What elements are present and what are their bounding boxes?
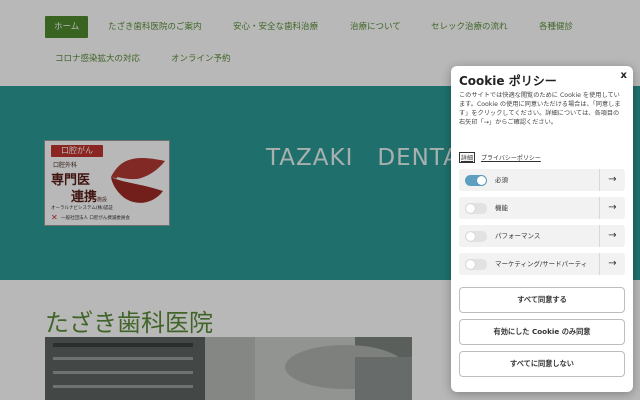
functional-toggle[interactable] xyxy=(465,203,487,214)
arrow-right-icon[interactable]: → xyxy=(599,253,625,275)
close-icon[interactable]: x xyxy=(621,70,627,81)
category-label: 必須 xyxy=(495,176,508,184)
reject-all-button[interactable]: すべてに同意しない xyxy=(459,351,625,377)
category-label: パフォーマンス xyxy=(495,232,541,240)
category-label: 機能 xyxy=(495,204,508,212)
marketing-toggle[interactable] xyxy=(465,259,487,270)
cookie-category-performance: パフォーマンス → xyxy=(459,225,625,247)
privacy-policy-link[interactable]: プライバシーポリシー xyxy=(481,155,541,162)
cookie-category-marketing: マーケティング/サードパーティ → xyxy=(459,253,625,275)
arrow-right-icon[interactable]: → xyxy=(599,225,625,247)
cookie-description: このサイトでは快適な閲覧のために Cookie を使用しています。Cookie … xyxy=(459,92,621,126)
performance-toggle[interactable] xyxy=(465,231,487,242)
accept-all-button[interactable]: すべて同意する xyxy=(459,287,625,313)
cookie-category-functional: 機能 → xyxy=(459,197,625,219)
details-link[interactable]: 詳細 xyxy=(459,152,476,163)
arrow-right-icon[interactable]: → xyxy=(599,169,625,191)
cookie-dialog-title: Cookie ポリシー xyxy=(459,74,557,88)
cookie-links: 詳細 プライバシーポリシー xyxy=(459,152,541,163)
accept-enabled-button[interactable]: 有効にした Cookie のみ同意 xyxy=(459,319,625,345)
category-label: マーケティング/サードパーティ xyxy=(495,260,588,268)
cookie-category-essential: 必須 → xyxy=(459,169,625,191)
essential-toggle[interactable] xyxy=(465,175,487,186)
arrow-right-icon[interactable]: → xyxy=(599,197,625,219)
cookie-policy-dialog: Cookie ポリシー x このサイトでは快適な閲覧のために Cookie を使… xyxy=(451,66,633,392)
